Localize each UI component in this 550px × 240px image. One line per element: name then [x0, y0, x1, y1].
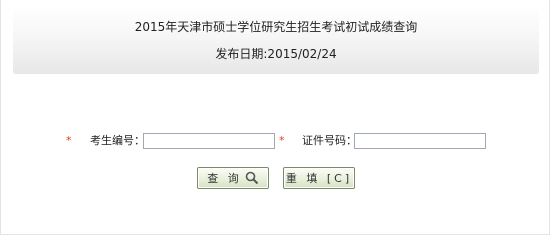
required-mark-id-no: * [279, 134, 285, 147]
id-no-input[interactable] [354, 133, 486, 149]
required-mark-exam-no: * [66, 134, 72, 147]
search-icon [245, 171, 258, 185]
query-button-label: 查 询 [207, 172, 242, 185]
query-form: * 考生编号： * 证件号码： 查 询 重 填 [C] [0, 0, 550, 236]
id-no-label: 证件号码： [302, 134, 357, 147]
reset-button[interactable]: 重 填 [C] [283, 167, 355, 189]
exam-no-label: 考生编号： [90, 134, 145, 147]
reset-button-label: 重 填 [C] [285, 172, 353, 185]
exam-no-input[interactable] [143, 133, 275, 149]
query-button[interactable]: 查 询 [197, 167, 269, 189]
